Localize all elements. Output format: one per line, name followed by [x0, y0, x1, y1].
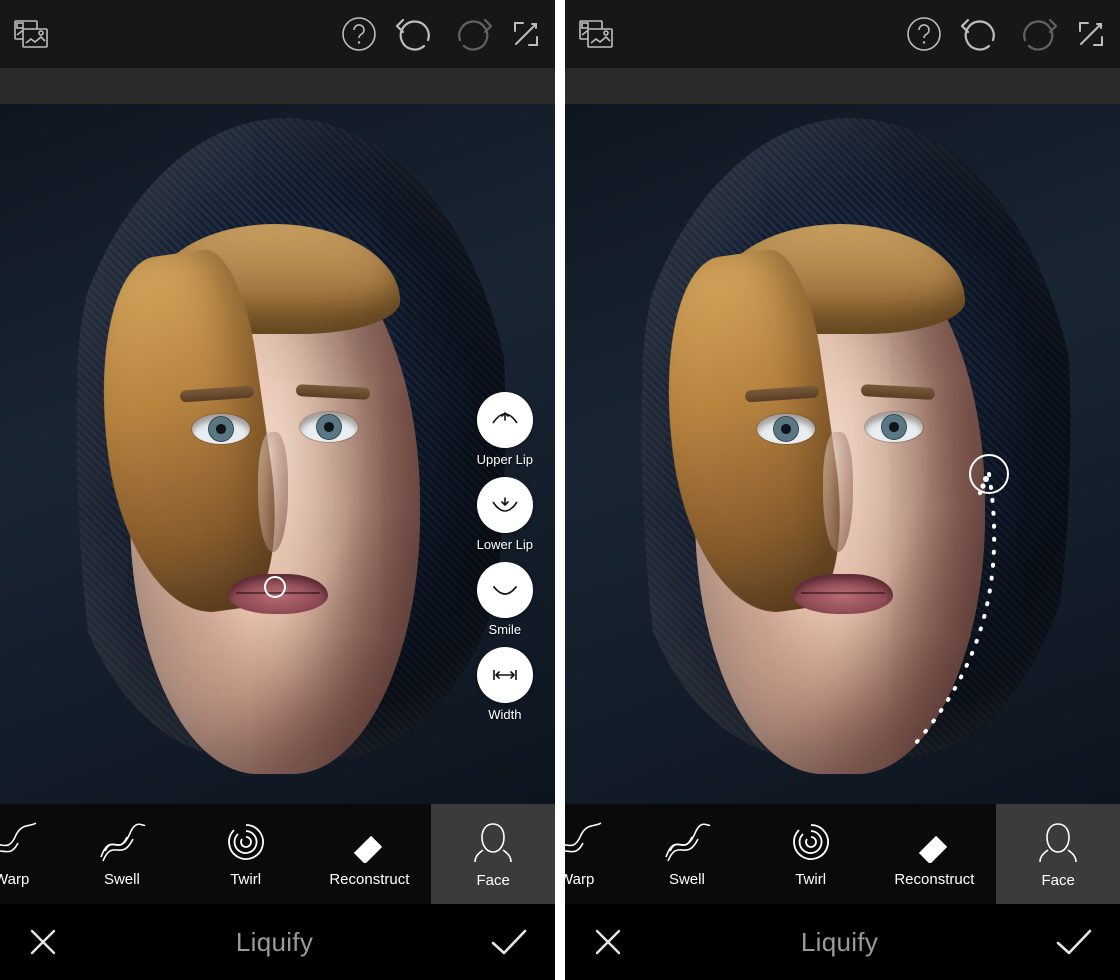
tool-label: Warp	[0, 871, 29, 888]
confirm-button[interactable]	[489, 925, 529, 959]
tool-reconstruct[interactable]: Reconstruct	[873, 804, 997, 904]
help-icon[interactable]	[906, 16, 942, 52]
tool-label: Face	[476, 872, 509, 889]
radial-label: Width	[488, 707, 521, 722]
undo-icon[interactable]	[395, 16, 435, 52]
tool-warp[interactable]: Warp	[565, 804, 625, 904]
tool-label: Swell	[104, 871, 140, 888]
tool-label: Twirl	[795, 871, 826, 888]
radial-label: Upper Lip	[477, 452, 533, 467]
liquify-toolbar: Warp Swell	[0, 804, 555, 904]
radial-label: Lower Lip	[477, 537, 533, 552]
editor-pane-right: Warp Swell	[565, 0, 1120, 980]
tool-label: Twirl	[230, 871, 261, 888]
portrait-image	[0, 104, 555, 814]
tool-label: Reconstruct	[894, 871, 974, 888]
smile-icon	[488, 573, 522, 607]
reconstruct-icon	[347, 821, 391, 863]
face-icon	[471, 820, 515, 864]
image-canvas[interactable]: Upper Lip Lower Lip	[0, 104, 555, 814]
upper-lip-button[interactable]	[477, 392, 533, 448]
warp-icon	[0, 821, 38, 863]
image-canvas[interactable]	[565, 104, 1120, 814]
subbar	[0, 68, 555, 104]
subbar	[565, 68, 1120, 104]
reconstruct-icon	[912, 821, 956, 863]
compare-icon[interactable]	[579, 20, 613, 48]
help-icon[interactable]	[341, 16, 377, 52]
tool-reconstruct[interactable]: Reconstruct	[308, 804, 432, 904]
upper-lip-icon	[488, 403, 522, 437]
tool-face[interactable]: Face	[431, 804, 555, 904]
cancel-button[interactable]	[591, 925, 625, 959]
lower-lip-icon	[488, 488, 522, 522]
smile-button[interactable]	[477, 562, 533, 618]
tool-label: Face	[1041, 872, 1074, 889]
lower-lip-button[interactable]	[477, 477, 533, 533]
swell-icon	[662, 821, 712, 863]
tool-face[interactable]: Face	[996, 804, 1120, 904]
tool-label: Swell	[669, 871, 705, 888]
undo-icon[interactable]	[960, 16, 1000, 52]
tool-label: Warp	[565, 871, 594, 888]
twirl-icon	[789, 821, 833, 863]
compare-icon[interactable]	[14, 20, 48, 48]
mode-title: Liquify	[801, 927, 878, 958]
swell-icon	[97, 821, 147, 863]
redo-icon[interactable]	[453, 16, 493, 52]
radial-label: Smile	[489, 622, 522, 637]
mode-title: Liquify	[236, 927, 313, 958]
tool-label: Reconstruct	[329, 871, 409, 888]
footer: Liquify	[0, 904, 555, 980]
twirl-icon	[224, 821, 268, 863]
cancel-button[interactable]	[26, 925, 60, 959]
redo-icon[interactable]	[1018, 16, 1058, 52]
editor-pane-left: Upper Lip Lower Lip	[0, 0, 555, 980]
tool-swell[interactable]: Swell	[60, 804, 184, 904]
width-button[interactable]	[477, 647, 533, 703]
face-icon	[1036, 820, 1080, 864]
topbar	[565, 0, 1120, 68]
portrait-image	[565, 104, 1120, 814]
tool-twirl[interactable]: Twirl	[749, 804, 873, 904]
footer: Liquify	[565, 904, 1120, 980]
tool-warp[interactable]: Warp	[0, 804, 60, 904]
fullscreen-icon[interactable]	[1076, 19, 1106, 49]
face-submenu: Upper Lip Lower Lip	[477, 392, 533, 722]
tool-twirl[interactable]: Twirl	[184, 804, 308, 904]
warp-icon	[565, 821, 603, 863]
fullscreen-icon[interactable]	[511, 19, 541, 49]
topbar	[0, 0, 555, 68]
liquify-toolbar: Warp Swell	[565, 804, 1120, 904]
width-icon	[488, 658, 522, 692]
tool-swell[interactable]: Swell	[625, 804, 749, 904]
confirm-button[interactable]	[1054, 925, 1094, 959]
